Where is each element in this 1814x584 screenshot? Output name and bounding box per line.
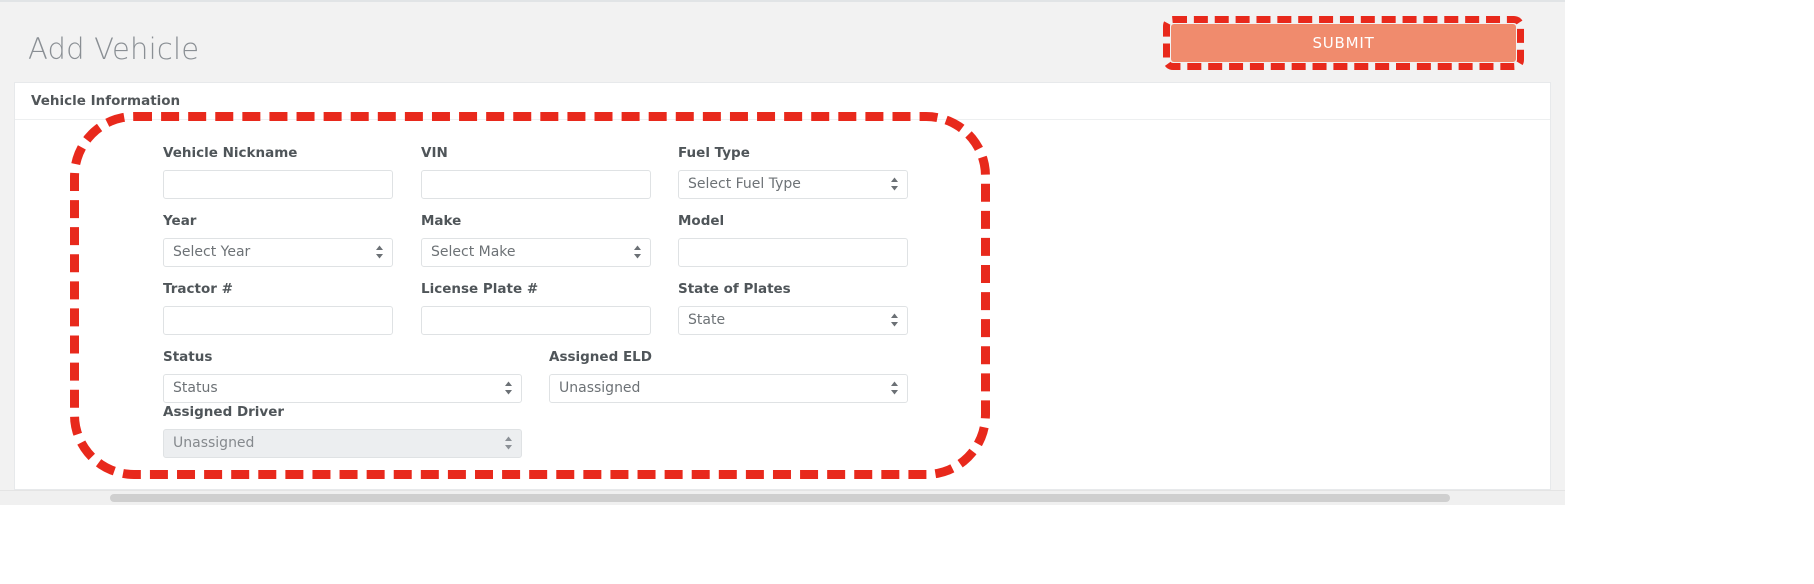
tractor-number-input[interactable] xyxy=(163,305,393,335)
field-vehicle-nickname: Vehicle Nickname xyxy=(163,145,393,199)
browser-viewport: Add Vehicle SUBMIT Vehicle Information V… xyxy=(0,0,1565,584)
field-model: Model xyxy=(678,213,908,267)
section-title: Vehicle Information xyxy=(31,93,181,109)
bottom-strip xyxy=(0,490,1565,584)
field-label: Model xyxy=(678,213,725,229)
field-label: Assigned ELD xyxy=(549,349,652,365)
field-fuel-type: Fuel Type Select Fuel Type xyxy=(678,145,908,199)
field-assigned-eld: Assigned ELD Unassigned xyxy=(549,349,908,403)
form-row: Tractor # License Plate # State of Plate… xyxy=(15,281,1550,351)
field-label: Tractor # xyxy=(163,281,233,297)
vehicle-nickname-input[interactable] xyxy=(163,169,393,199)
app-root: Add Vehicle SUBMIT Vehicle Information V… xyxy=(0,0,1814,584)
scrollbar-thumb[interactable] xyxy=(110,494,1450,502)
field-state-of-plates: State of Plates State xyxy=(678,281,908,335)
card-header: Vehicle Information xyxy=(15,83,1550,120)
field-label: Vehicle Nickname xyxy=(163,145,298,161)
select-wrapper: Select Year xyxy=(163,237,393,267)
page-header: Add Vehicle SUBMIT xyxy=(0,0,1565,84)
year-select[interactable]: Select Year xyxy=(163,237,393,267)
horizontal-scrollbar[interactable] xyxy=(0,490,1565,505)
assigned-driver-select[interactable]: Unassigned xyxy=(163,428,522,458)
page-title: Add Vehicle xyxy=(28,32,200,66)
model-input[interactable] xyxy=(678,237,908,267)
select-wrapper: Select Make xyxy=(421,237,651,267)
select-wrapper: Select Fuel Type xyxy=(678,169,908,199)
vehicle-form: Vehicle Nickname VIN Fuel Type Select Fu… xyxy=(15,120,1550,466)
form-row: Year Select Year Make Select Make Model xyxy=(15,213,1550,283)
state-of-plates-select[interactable]: State xyxy=(678,305,908,335)
field-label: VIN xyxy=(421,145,448,161)
select-wrapper: Unassigned xyxy=(163,428,522,458)
form-row: Status Status Assigned ELD Unassigned xyxy=(15,349,1550,406)
select-wrapper: Status xyxy=(163,373,522,403)
field-year: Year Select Year xyxy=(163,213,393,267)
form-row: Assigned Driver Unassigned xyxy=(15,404,1550,466)
field-assigned-driver: Assigned Driver Unassigned xyxy=(163,404,522,458)
field-label: Make xyxy=(421,213,462,229)
field-tractor-number: Tractor # xyxy=(163,281,393,335)
select-wrapper: State xyxy=(678,305,908,335)
assigned-eld-select[interactable]: Unassigned xyxy=(549,373,908,403)
field-label: License Plate # xyxy=(421,281,539,297)
status-select[interactable]: Status xyxy=(163,373,522,403)
field-label: Status xyxy=(163,349,213,365)
vin-input[interactable] xyxy=(421,169,651,199)
select-wrapper: Unassigned xyxy=(549,373,908,403)
field-status: Status Status xyxy=(163,349,522,403)
field-label: Assigned Driver xyxy=(163,404,285,420)
field-make: Make Select Make xyxy=(421,213,651,267)
submit-button[interactable]: SUBMIT xyxy=(1171,24,1516,62)
field-license-plate-number: License Plate # xyxy=(421,281,651,335)
field-label: Year xyxy=(163,213,197,229)
form-row: Vehicle Nickname VIN Fuel Type Select Fu… xyxy=(15,145,1550,215)
field-vin: VIN xyxy=(421,145,651,199)
field-label: State of Plates xyxy=(678,281,791,297)
right-gutter xyxy=(1565,0,1814,584)
license-plate-number-input[interactable] xyxy=(421,305,651,335)
fuel-type-select[interactable]: Select Fuel Type xyxy=(678,169,908,199)
field-label: Fuel Type xyxy=(678,145,750,161)
make-select[interactable]: Select Make xyxy=(421,237,651,267)
vehicle-information-card: Vehicle Information Vehicle Nickname VIN… xyxy=(14,82,1551,490)
